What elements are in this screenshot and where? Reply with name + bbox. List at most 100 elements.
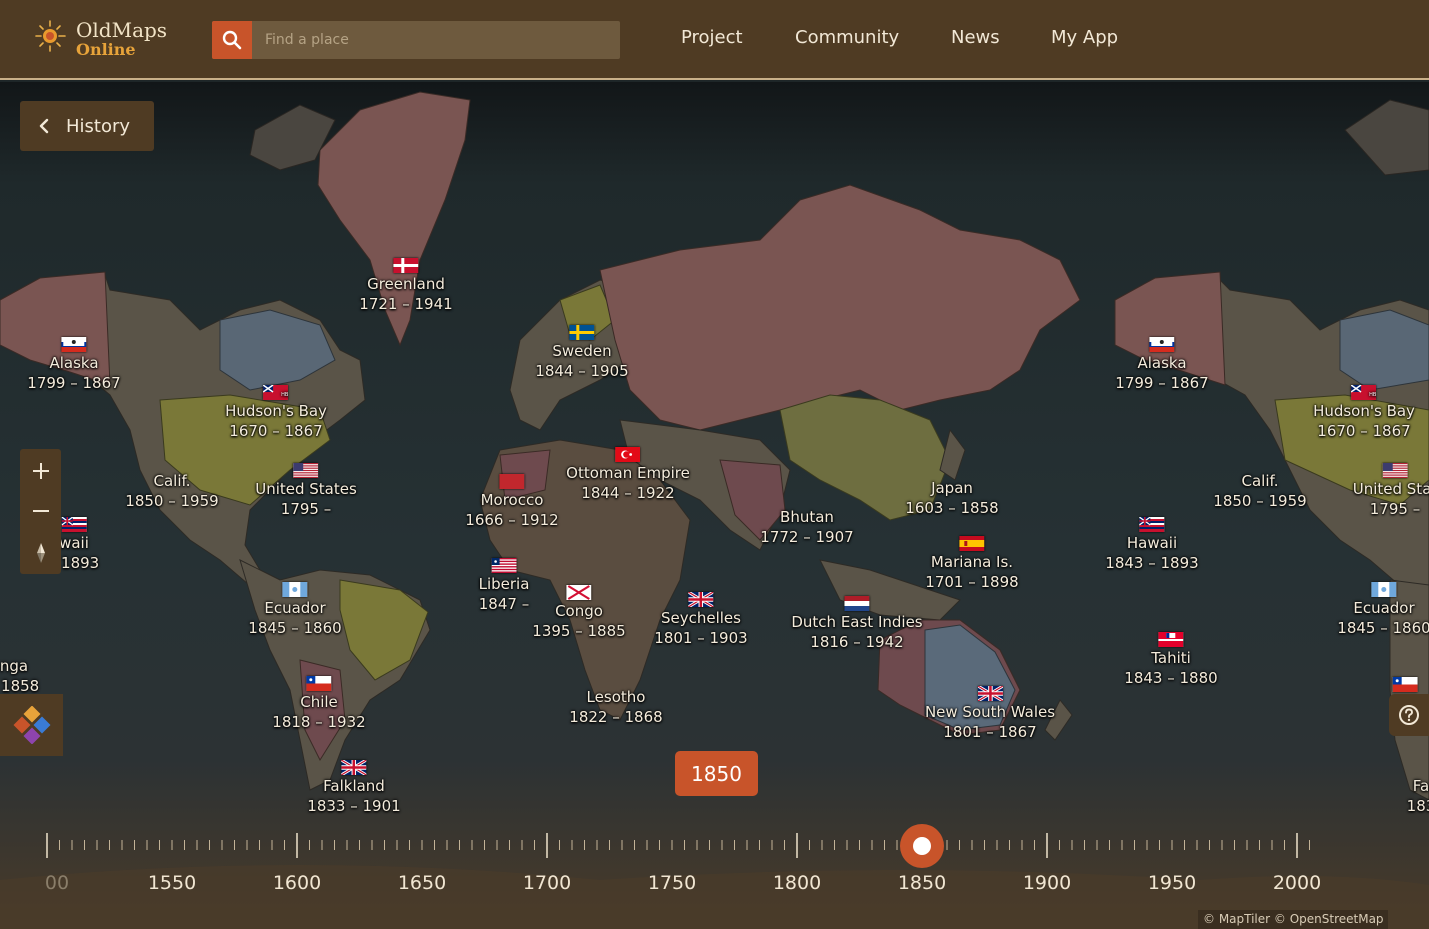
territory-years: 1670 – 1867 — [229, 422, 323, 440]
nav-project[interactable]: Project — [681, 27, 743, 48]
territory-years: 1843 – 1893 — [1105, 554, 1199, 572]
territory-years: 1847 – — [478, 595, 530, 613]
territory-label[interactable]: Sweden 1844 – 1905 — [535, 325, 629, 381]
territory-label[interactable]: Greenland 1721 – 1941 — [359, 258, 453, 314]
logo-line2: Online — [76, 40, 136, 59]
timeline-year-label[interactable]: 2000 — [1273, 872, 1321, 894]
territory-name: nga — [0, 657, 29, 675]
territory-name: Hawaii — [1126, 534, 1178, 552]
logo-line1: OldMaps — [76, 18, 168, 42]
plus-icon — [32, 463, 49, 479]
territory-label[interactable]: Congo 1395 – 1885 — [532, 585, 626, 641]
uk-flag-icon — [341, 760, 366, 775]
ecuador-flag-icon — [282, 582, 307, 597]
territory-label[interactable]: Ecuador 1845 – 1860 — [1337, 582, 1429, 638]
tahiti-flag-icon — [1158, 632, 1183, 647]
nav-news[interactable]: News — [951, 27, 1000, 48]
territory-name: Chile — [300, 693, 338, 711]
timeline-year-label[interactable]: 1750 — [648, 872, 696, 894]
territory-label[interactable]: Fa 183 — [1407, 760, 1429, 816]
territory-years: 1818 – 1932 — [272, 713, 366, 731]
territory-label[interactable]: Hudson's Bay 1670 – 1867 — [225, 385, 327, 441]
timeline-year-label[interactable]: 1700 — [523, 872, 571, 894]
timeline-year-label[interactable]: 00 — [45, 872, 69, 894]
territory-years: 1850 – 1959 — [1213, 492, 1307, 510]
territory-name: Mariana Is. — [930, 553, 1014, 571]
zoom-in-button[interactable] — [20, 451, 61, 491]
nav-community[interactable]: Community — [795, 27, 899, 48]
compass-button[interactable] — [20, 533, 61, 573]
territory-label[interactable]: New South Wales 1801 – 1867 — [925, 686, 1055, 742]
territory-label[interactable]: Tahiti 1843 – 1880 — [1124, 632, 1218, 688]
territory-name: Calif. — [153, 472, 191, 490]
territory-label[interactable]: Dutch East Indies 1816 – 1942 — [791, 596, 923, 652]
territory-years: 1799 – 1867 — [1115, 374, 1209, 392]
territory-label[interactable]: United Stat 1795 – — [1353, 463, 1429, 519]
nav-my-app[interactable]: My App — [1051, 27, 1118, 48]
territory-years: 1772 – 1907 — [760, 528, 854, 546]
timeline-handle[interactable] — [900, 824, 944, 868]
history-back-button[interactable]: History — [20, 101, 154, 151]
search-input[interactable] — [252, 21, 620, 59]
territory-label[interactable]: Japan 1603 – 1858 — [905, 462, 998, 518]
territory-label[interactable]: Calif. 1850 – 1959 — [125, 455, 218, 511]
timeline-year-label[interactable]: 1600 — [273, 872, 321, 894]
territory-label[interactable]: Calif. 1850 – 1959 — [1213, 455, 1306, 511]
territory-label[interactable]: Seychelles 1801 – 1903 — [654, 592, 748, 648]
search-box — [212, 21, 620, 59]
ecuador-flag-icon — [1371, 582, 1396, 597]
minus-icon — [32, 510, 49, 512]
territory-label[interactable]: Alaska 1799 – 1867 — [27, 337, 121, 393]
timeline-year-label[interactable]: 1800 — [773, 872, 821, 894]
territory-label[interactable]: Mariana Is. 1701 – 1898 — [925, 536, 1019, 592]
territory-label[interactable]: nga – 1858 — [0, 640, 39, 696]
help-button[interactable] — [1389, 694, 1429, 736]
territory-name: Lesotho — [586, 688, 646, 706]
chile-flag-icon — [1392, 677, 1417, 692]
liberia-flag-icon — [492, 558, 517, 573]
territory-years: 1844 – 1922 — [581, 484, 675, 502]
zoom-out-button[interactable] — [20, 491, 61, 531]
territory-label[interactable]: Lesotho 1822 – 1868 — [569, 671, 662, 727]
territory-years: 1833 – 1901 — [307, 797, 401, 815]
territory-label[interactable]: Hawaii 1843 – 1893 — [1105, 517, 1199, 573]
territory-years: – 1858 — [0, 677, 40, 695]
territory-label[interactable]: Chile 1818 – 1932 — [272, 676, 366, 732]
map-attribution[interactable]: © MapTiler © OpenStreetMap — [1198, 910, 1388, 929]
history-label: History — [66, 115, 131, 137]
territory-label[interactable]: Morocco 1666 – 1912 — [465, 474, 559, 530]
territory-years: 183 — [1406, 797, 1429, 815]
app-launcher-button[interactable] — [0, 694, 63, 756]
territory-name: Alaska — [49, 354, 99, 372]
timeline-year-label[interactable]: 1900 — [1023, 872, 1071, 894]
timeline-ticks — [46, 833, 1310, 858]
ottoman-flag-icon — [615, 447, 640, 462]
territory-name: New South Wales — [924, 703, 1056, 721]
timeline-year-label[interactable]: 1850 — [898, 872, 946, 894]
territory-years: 1845 – 1860 — [1337, 619, 1429, 637]
territory-years: 1795 – — [280, 500, 332, 518]
territory-label[interactable]: Hudson's Bay 1670 – 1867 — [1313, 385, 1415, 441]
search-button[interactable] — [212, 21, 252, 59]
denmark-flag-icon — [393, 258, 418, 273]
top-header: OldMaps Online Project Community News My… — [0, 0, 1429, 80]
territory-label[interactable]: Ottoman Empire 1844 – 1922 — [566, 447, 690, 503]
territory-label[interactable]: Liberia 1847 – — [478, 558, 530, 614]
territory-name: Tahiti — [1151, 649, 1191, 667]
timeline-year-label[interactable]: 1550 — [148, 872, 196, 894]
timeline-year-label[interactable]: 1650 — [398, 872, 446, 894]
territory-label[interactable]: Alaska 1799 – 1867 — [1115, 337, 1209, 393]
logo[interactable]: OldMaps Online — [34, 14, 174, 60]
app-root: OldMaps Online Project Community News My… — [0, 0, 1429, 929]
territory-years: 1721 – 1941 — [359, 295, 453, 313]
territory-name: Hudson's Bay — [1313, 402, 1415, 420]
territory-label[interactable]: Bhutan 1772 – 1907 — [760, 491, 853, 547]
sun-logo-icon — [35, 20, 66, 52]
timeline-year-label[interactable]: 1950 — [1148, 872, 1196, 894]
territory-name: United States — [255, 480, 357, 498]
territory-name: Ecuador — [264, 599, 326, 617]
territory-label[interactable]: United States 1795 – — [255, 463, 357, 519]
territory-label[interactable]: Falkland 1833 – 1901 — [307, 760, 401, 816]
territory-label[interactable]: Ecuador 1845 – 1860 — [248, 582, 342, 638]
territory-years: 1701 – 1898 — [925, 573, 1019, 591]
